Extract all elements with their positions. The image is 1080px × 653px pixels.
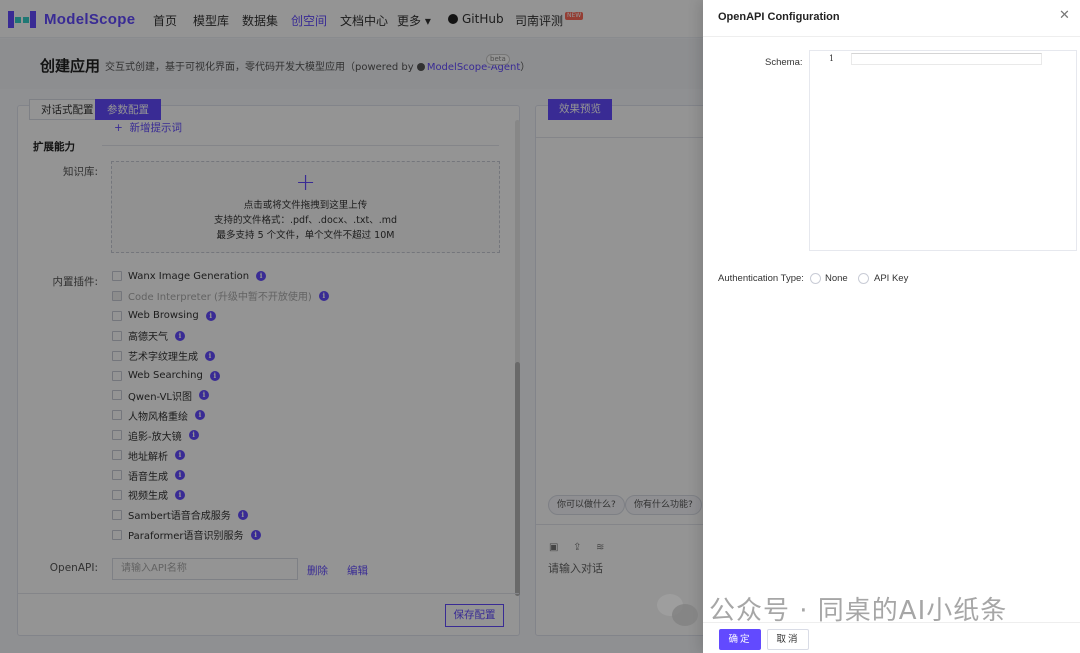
openapi-drawer: OpenAPI Configuration ✕ Schema: 1 Authen… <box>703 0 1080 653</box>
schema-editor[interactable]: 1 <box>809 50 1077 251</box>
active-code-line[interactable] <box>851 53 1042 65</box>
cancel-button[interactable]: 取消 <box>767 629 809 650</box>
auth-apikey-label[interactable]: API Key <box>874 273 908 284</box>
auth-none-radio[interactable] <box>810 273 821 284</box>
schema-label: Schema: <box>765 57 803 68</box>
confirm-button[interactable]: 确定 <box>719 629 761 650</box>
close-icon[interactable]: ✕ <box>1059 9 1070 23</box>
modal-mask[interactable] <box>0 0 703 653</box>
auth-type-label: Authentication Type: <box>718 273 804 284</box>
wechat-icon <box>657 592 699 626</box>
drawer-title: OpenAPI Configuration <box>718 11 840 23</box>
auth-none-label[interactable]: None <box>825 273 848 284</box>
drawer-header-divider <box>703 36 1080 37</box>
auth-apikey-radio[interactable] <box>858 273 869 284</box>
line-number: 1 <box>829 54 835 63</box>
watermark-text: 公众号 · 同桌的AI小纸条 <box>709 596 1008 626</box>
watermark: 公众号 · 同桌的AI小纸条 <box>657 590 1007 627</box>
